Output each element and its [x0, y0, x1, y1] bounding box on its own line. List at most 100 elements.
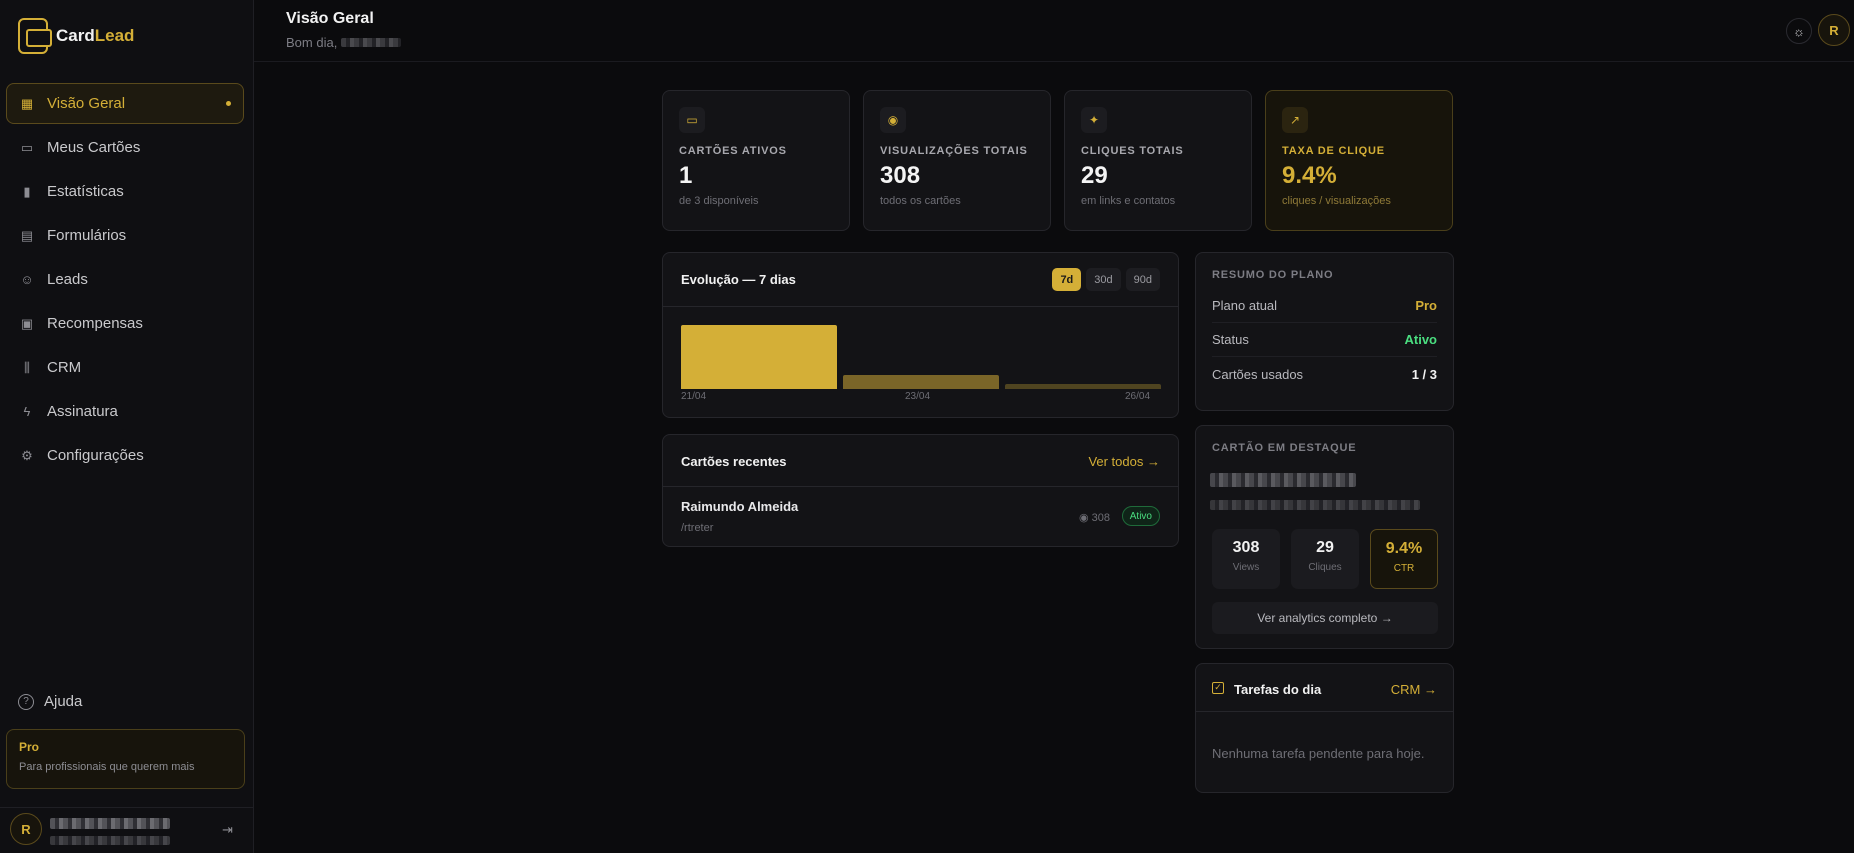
- plan-summary-panel: RESUMO DO PLANO Plano atual Pro Status A…: [1195, 252, 1454, 411]
- sidebar-item-formularios[interactable]: ▤ Formulários: [6, 215, 244, 256]
- plan-summary-list: Plano atual Pro Status Ativo Cartões usa…: [1212, 289, 1437, 391]
- range-7d-button[interactable]: 7d: [1052, 268, 1082, 291]
- user-name-redacted: [50, 818, 170, 829]
- card-views: ◉ 308: [1078, 512, 1110, 524]
- logout-icon[interactable]: ⇥: [222, 822, 236, 837]
- greeting-text: Bom dia,: [286, 35, 338, 50]
- x-tick-label: 23/04: [905, 391, 931, 402]
- sidebar-item-meus-cartoes[interactable]: ▭ Meus Cartões: [6, 127, 244, 168]
- eye-icon: ◉: [880, 107, 906, 133]
- kanban-icon: ⫼: [24, 359, 30, 375]
- active-indicator: [226, 101, 231, 106]
- featured-card-url-redacted: [1210, 500, 1420, 510]
- cardlead-logo-icon: [18, 18, 52, 54]
- greeting-name-redacted: [341, 38, 402, 47]
- stat-sub: cliques / visualizações: [1282, 195, 1391, 207]
- sidebar-item-configuracoes[interactable]: ⚙ Configurações: [6, 435, 244, 476]
- evolution-bar-chart: [681, 319, 1161, 389]
- sidebar-item-label: Formulários: [47, 227, 127, 244]
- click-icon: ✦: [1081, 107, 1107, 133]
- brand-name: CardLead: [56, 26, 135, 45]
- plan-summary-label: RESUMO DO PLANO: [1212, 269, 1334, 281]
- help-label: Ajuda: [44, 693, 83, 710]
- sidebar-item-label: Recompensas: [47, 315, 143, 332]
- brand[interactable]: CardLead: [18, 18, 134, 54]
- chart-bar: [1005, 383, 1161, 389]
- gear-icon: ⚙: [21, 447, 33, 463]
- chart-bar: [681, 325, 837, 389]
- sidebar-item-assinatura[interactable]: ϟ Assinatura: [6, 391, 244, 432]
- bar-chart-icon: ▮: [23, 183, 31, 199]
- sidebar-item-label: Assinatura: [47, 403, 118, 420]
- stat-card-total-views: ◉ VISUALIZAÇÕES TOTAIS 308 todos os cart…: [863, 90, 1051, 231]
- stat-sub: em links e contatos: [1081, 195, 1176, 207]
- range-30d-button[interactable]: 30d: [1086, 268, 1121, 291]
- card-slug: /rtreter: [681, 522, 714, 534]
- trending-up-icon: ↗: [1282, 107, 1308, 133]
- stat-sub: de 3 disponíveis: [679, 195, 759, 207]
- sidebar-item-visao-geral[interactable]: ▦ Visão Geral: [6, 83, 244, 124]
- sidebar-item-leads[interactable]: ☺ Leads: [6, 259, 244, 300]
- full-analytics-button[interactable]: Ver analytics completo →: [1212, 602, 1438, 634]
- avatar[interactable]: R: [1818, 14, 1850, 46]
- sidebar-item-label: Estatísticas: [47, 183, 124, 200]
- daily-tasks-panel: ✓ Tarefas do dia CRM → Nenhuma tarefa pe…: [1195, 663, 1454, 793]
- featured-clicks-metric: 29 Cliques: [1291, 529, 1359, 589]
- sidebar-item-label: CRM: [47, 359, 82, 376]
- plan-row-status: Status Ativo: [1212, 323, 1437, 357]
- evolution-header: Evolução — 7 dias 7d 30d 90d: [663, 253, 1178, 307]
- evolution-panel: Evolução — 7 dias 7d 30d 90d 21/04 23/04 2…: [662, 252, 1179, 418]
- stat-sub: todos os cartões: [880, 195, 961, 207]
- plan-promo-subtitle: Para profissionais que querem mais: [19, 761, 195, 773]
- stat-label: CLIQUES TOTAIS: [1081, 145, 1184, 157]
- stat-card-total-clicks: ✦ CLIQUES TOTAIS 29 em links e contatos: [1064, 90, 1252, 231]
- crm-link[interactable]: CRM →: [1391, 682, 1437, 697]
- help-link[interactable]: ? Ajuda: [18, 693, 82, 710]
- featured-ctr-metric: 9.4% CTR: [1370, 529, 1438, 589]
- page-title: Visão Geral: [286, 10, 374, 27]
- bolt-icon: ϟ: [23, 404, 31, 419]
- stat-card-click-rate: ↗ TAXA DE CLIQUE 9.4% cliques / visualiz…: [1265, 90, 1453, 231]
- sidebar-item-recompensas[interactable]: ▣ Recompensas: [6, 303, 244, 344]
- plan-promo[interactable]: Pro Para profissionais que querem mais: [6, 729, 245, 789]
- greeting: Bom dia,: [286, 35, 402, 50]
- sidebar: CardLead ▦ Visão Geral ▭ Meus Cartões ▮ …: [0, 0, 254, 853]
- sidebar-item-label: Leads: [47, 271, 88, 288]
- sidebar-nav: ▦ Visão Geral ▭ Meus Cartões ▮ Estatísti…: [6, 83, 244, 479]
- stat-value: 308: [880, 162, 921, 189]
- sidebar-item-crm[interactable]: ⫼ CRM: [6, 347, 244, 388]
- stat-card-active-cards: ▭ CARTÕES ATIVOS 1 de 3 disponíveis: [662, 90, 850, 231]
- stat-label: CARTÕES ATIVOS: [679, 145, 787, 157]
- recent-cards-title: Cartões recentes: [681, 454, 787, 469]
- recent-cards-panel: Cartões recentes Ver todos → Raimundo Al…: [662, 434, 1179, 547]
- chart-bar: [843, 374, 999, 389]
- evolution-title: Evolução — 7 dias: [681, 272, 796, 287]
- list-item[interactable]: Raimundo Almeida /rtreter ◉ 308 Ativo: [663, 487, 1178, 547]
- x-tick-label: 26/04: [1125, 391, 1151, 402]
- range-90d-button[interactable]: 90d: [1125, 268, 1160, 291]
- gift-icon: ▣: [20, 315, 34, 331]
- help-icon: ?: [18, 693, 34, 710]
- x-tick-label: 21/04: [681, 391, 707, 402]
- card-icon: ▭: [20, 139, 34, 155]
- user-footer: R ⇥: [0, 807, 254, 853]
- stat-value: 9.4%: [1282, 162, 1337, 189]
- grid-icon: ▦: [20, 95, 34, 111]
- theme-toggle-sun-icon[interactable]: ☼: [1786, 18, 1812, 44]
- document-icon: ▤: [20, 227, 34, 243]
- plan-row-cards-used: Cartões usados 1 / 3: [1212, 366, 1437, 382]
- avatar[interactable]: R: [10, 813, 42, 845]
- users-icon: ☺: [20, 272, 34, 287]
- top-header: Visão Geral Bom dia, ☼ R: [254, 0, 1854, 62]
- tasks-empty-state: Nenhuma tarefa pendente para hoje.: [1212, 746, 1425, 761]
- see-all-link[interactable]: Ver todos →: [1088, 454, 1160, 469]
- sidebar-item-label: Configurações: [47, 447, 144, 464]
- checkbox-icon: ✓: [1212, 682, 1224, 694]
- stat-value: 1: [679, 162, 693, 189]
- sidebar-item-label: Visão Geral: [47, 95, 126, 112]
- plan-row-current: Plano atual Pro: [1212, 289, 1437, 323]
- stat-label: VISUALIZAÇÕES TOTAIS: [880, 145, 1028, 157]
- range-selector: 7d 30d 90d: [1052, 268, 1160, 291]
- sidebar-item-estatisticas[interactable]: ▮ Estatísticas: [6, 171, 244, 212]
- status-badge: Ativo: [1121, 506, 1160, 526]
